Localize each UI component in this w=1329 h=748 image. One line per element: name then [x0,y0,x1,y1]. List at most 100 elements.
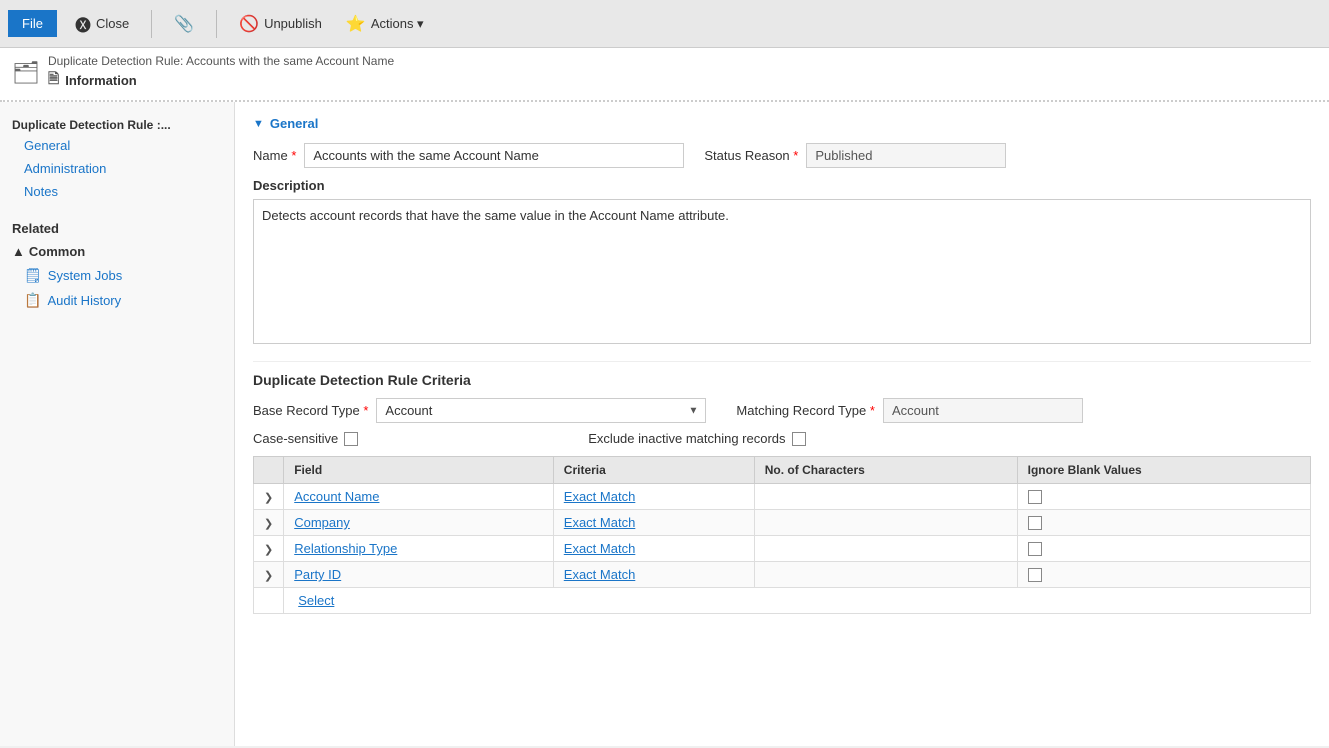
table-row: ❯ Party ID Exact Match [254,562,1311,588]
close-label: Close [96,16,129,31]
audit-history-icon: 📋 [24,292,41,309]
description-textarea[interactable]: Detects account records that have the sa… [253,199,1311,344]
actions-button[interactable]: ⭐ Actions ▾ [340,10,430,38]
close-button[interactable]: 🅧 Close [69,8,135,40]
unpublish-button[interactable]: 🚫 Unpublish [233,10,328,38]
name-row: Name * Status Reason * [253,143,1311,168]
exclude-inactive-field: Exclude inactive matching records [588,431,805,446]
ignore-checkbox-3[interactable] [1028,568,1042,582]
row-chars-1 [754,510,1017,536]
sidebar-item-administration[interactable]: Administration [0,157,234,180]
row-field-0: Account Name [284,484,554,510]
criteria-link-0[interactable]: Exact Match [564,489,636,504]
sidebar-related-title: Related [0,213,234,240]
matching-record-type-label: Matching Record Type * [736,403,875,418]
general-collapse-icon: ▼ [253,118,264,130]
row-chars-0 [754,484,1017,510]
name-field: Name * [253,143,684,168]
row-field-1: Company [284,510,554,536]
sidebar-item-audit-history[interactable]: 📋 Audit History [0,288,234,313]
name-label: Name * [253,148,296,163]
name-input[interactable] [304,143,684,168]
description-section: Description Detects account records that… [253,178,1311,347]
actions-icon: ⭐ [346,14,366,34]
row-criteria-1: Exact Match [553,510,754,536]
row-ignore-3 [1017,562,1310,588]
base-record-type-field: Base Record Type * Account ▼ [253,398,706,423]
base-record-type-label: Base Record Type * [253,403,368,418]
criteria-section-title: Duplicate Detection Rule Criteria [253,361,1311,388]
file-button[interactable]: File [8,10,57,37]
criteria-link-1[interactable]: Exact Match [564,515,636,530]
separator-2 [216,10,217,38]
table-header-row: Field Criteria No. of Characters Ignore … [254,457,1311,484]
attachment-icon: 📎 [174,14,194,34]
col-criteria: Criteria [553,457,754,484]
row-ignore-0 [1017,484,1310,510]
field-link-3[interactable]: Party ID [294,567,341,582]
table-row: ❯ Account Name Exact Match [254,484,1311,510]
row-criteria-2: Exact Match [553,536,754,562]
field-link-2[interactable]: Relationship Type [294,541,397,556]
close-icon: 🅧 [75,12,91,36]
page-title-icon: 🗎 [48,68,59,92]
field-link-1[interactable]: Company [294,515,350,530]
breadcrumb-area: 🗂 Duplicate Detection Rule: Accounts wit… [0,48,1329,102]
toolbar: File 🅧 Close 📎 🚫 Unpublish ⭐ Actions ▾ [0,0,1329,48]
row-expand-1: ❯ [254,510,284,536]
row-criteria-3: Exact Match [553,562,754,588]
sidebar-item-notes[interactable]: Notes [0,180,234,203]
record-icon: 🗂 [12,60,40,86]
col-chars: No. of Characters [754,457,1017,484]
row-ignore-1 [1017,510,1310,536]
criteria-table: Field Criteria No. of Characters Ignore … [253,456,1311,614]
ignore-checkbox-0[interactable] [1028,490,1042,504]
exclude-inactive-checkbox[interactable] [792,432,806,446]
criteria-row-2: Case-sensitive Exclude inactive matching… [253,431,1311,446]
row-chars-2 [754,536,1017,562]
sidebar-item-system-jobs[interactable]: 🗒 System Jobs [0,263,234,288]
status-reason-input [806,143,1006,168]
sidebar-sep [0,203,234,213]
case-sensitive-field: Case-sensitive [253,431,358,446]
row-field-2: Relationship Type [284,536,554,562]
status-reason-field: Status Reason * [704,143,1006,168]
status-required: * [793,148,798,163]
row-ignore-2 [1017,536,1310,562]
case-sensitive-checkbox[interactable] [344,432,358,446]
criteria-row-1: Base Record Type * Account ▼ Matching Re… [253,398,1311,423]
main-layout: Duplicate Detection Rule :... General Ad… [0,102,1329,746]
matching-record-type-field: Matching Record Type * [736,398,1083,423]
page-title: 🗎 Information [48,68,394,92]
ignore-checkbox-1[interactable] [1028,516,1042,530]
col-field: Field [284,457,554,484]
general-section-label: General [270,116,318,131]
criteria-link-3[interactable]: Exact Match [564,567,636,582]
field-link-0[interactable]: Account Name [294,489,379,504]
attachment-button[interactable]: 📎 [168,10,200,38]
matching-record-type-input [883,398,1083,423]
sidebar-item-general[interactable]: General [0,134,234,157]
content-area: ▼ General Name * Status Reason * Descrip… [235,102,1329,746]
unpublish-label: Unpublish [264,16,322,31]
row-criteria-0: Exact Match [553,484,754,510]
row-chars-3 [754,562,1017,588]
row-expand-0: ❯ [254,484,284,510]
select-link[interactable]: Select [294,593,334,608]
exclude-inactive-label: Exclude inactive matching records [588,431,785,446]
table-select-row: Select [254,588,1311,614]
separator-1 [151,10,152,38]
system-jobs-icon: 🗒 [24,267,42,284]
base-record-type-wrapper: Account ▼ [376,398,706,423]
row-field-3: Party ID [284,562,554,588]
general-section-header[interactable]: ▼ General [253,116,1311,131]
breadcrumb: Duplicate Detection Rule: Accounts with … [48,54,394,68]
unpublish-icon: 🚫 [239,14,259,34]
name-required: * [291,148,296,163]
base-record-type-select[interactable]: Account [376,398,706,423]
table-row: ❯ Company Exact Match [254,510,1311,536]
case-sensitive-label: Case-sensitive [253,431,338,446]
criteria-link-2[interactable]: Exact Match [564,541,636,556]
ignore-checkbox-2[interactable] [1028,542,1042,556]
row-expand-2: ❯ [254,536,284,562]
